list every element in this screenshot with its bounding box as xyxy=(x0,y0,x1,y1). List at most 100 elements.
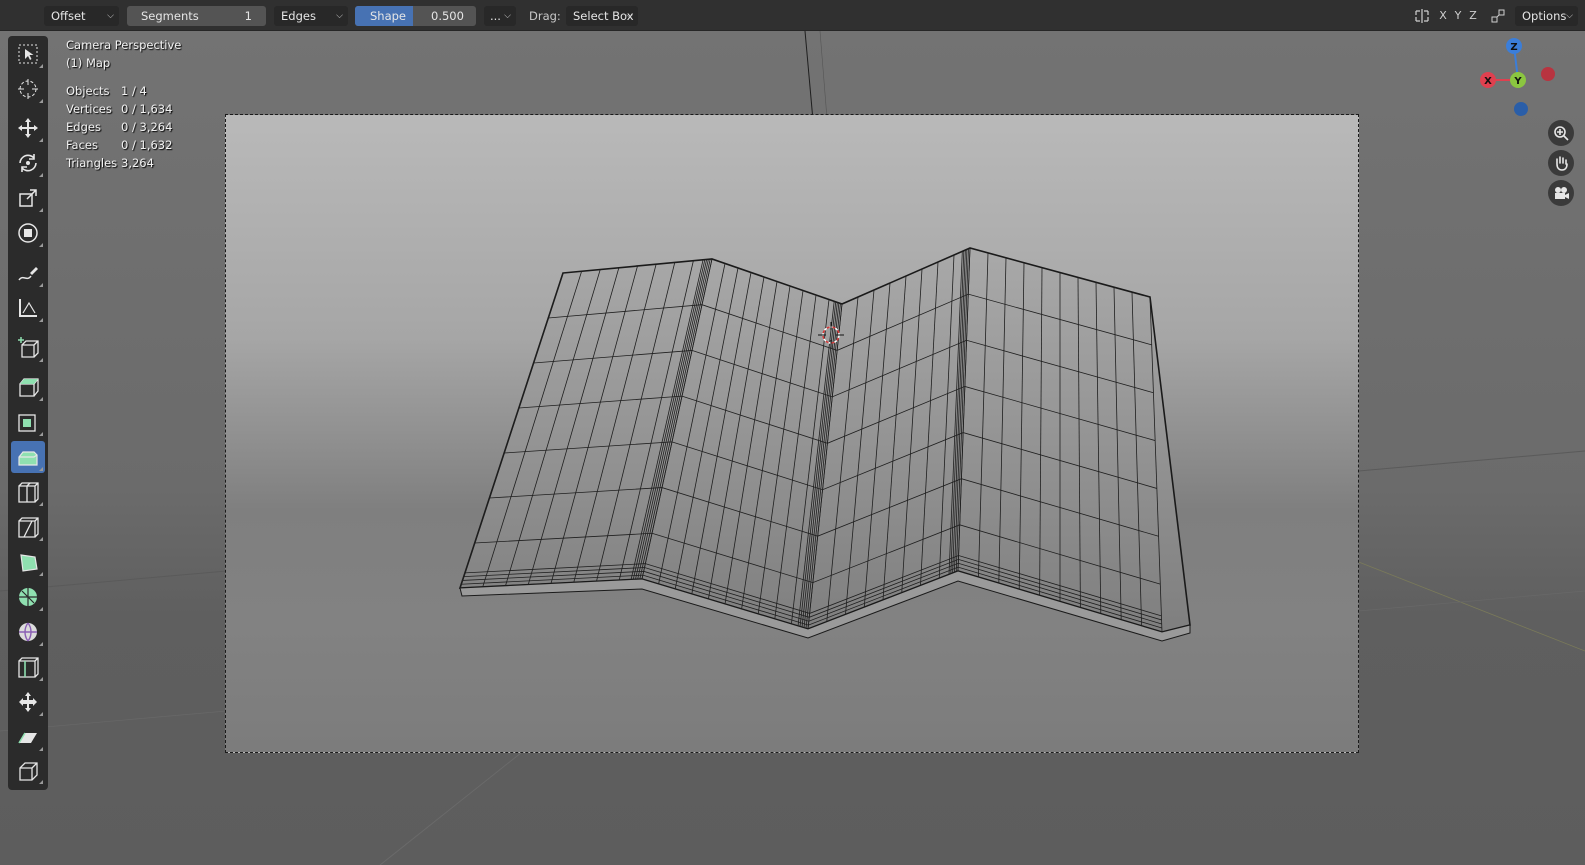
stat-row-faces: Faces 0 / 1,632 xyxy=(66,136,181,154)
tool-move[interactable] xyxy=(11,112,45,144)
neg-z-axis-handle[interactable] xyxy=(1514,102,1528,116)
stat-value: 0 / 3,264 xyxy=(121,120,173,134)
stat-label: Objects xyxy=(66,84,110,98)
cursor-icon xyxy=(18,79,38,99)
shape-field[interactable]: Shape 0.500 xyxy=(355,6,476,26)
tool-select-box[interactable] xyxy=(11,38,45,70)
shear-icon xyxy=(18,732,37,744)
active-object-text: (1) Map xyxy=(66,56,111,70)
move-icon xyxy=(18,118,38,138)
tool-cursor[interactable] xyxy=(11,73,45,105)
stat-value: 0 / 1,632 xyxy=(121,138,173,152)
tool-shelf xyxy=(8,36,48,790)
axis-x-toggle[interactable]: X xyxy=(1436,6,1450,26)
transform-icon xyxy=(18,223,38,243)
zoom-icon xyxy=(1554,126,1569,141)
tool-smooth[interactable] xyxy=(11,616,45,648)
scale-icon xyxy=(19,189,37,207)
more-options-value: ... xyxy=(490,9,501,23)
select-box-icon xyxy=(18,44,38,64)
loop-cut-icon xyxy=(18,482,39,503)
poly-build-icon xyxy=(20,554,38,572)
annotate-icon xyxy=(18,267,38,281)
affect-value: Edges xyxy=(281,9,316,23)
stat-label: Triangles xyxy=(66,156,118,170)
tool-shrink-fatten[interactable] xyxy=(11,686,45,718)
auto-merge-icon[interactable] xyxy=(1490,8,1506,24)
smooth-icon xyxy=(19,622,37,642)
tool-poly-build[interactable] xyxy=(11,546,45,578)
map-mesh[interactable] xyxy=(0,31,1585,865)
inset-icon xyxy=(18,414,36,432)
drag-label: Drag: xyxy=(529,9,561,23)
chevron-down-icon: ⌵ xyxy=(626,11,633,21)
chevron-down-icon: ⌵ xyxy=(504,11,511,21)
stat-row-vertices: Vertices 0 / 1,634 xyxy=(66,100,181,118)
viewport-info-overlay: Camera Perspective (1) Map Objects 1 / 4… xyxy=(66,36,181,172)
tool-edge-slide[interactable] xyxy=(11,651,45,683)
pan-button[interactable] xyxy=(1548,150,1574,176)
bevel-mode-value: Offset xyxy=(51,9,86,23)
tool-rotate[interactable] xyxy=(11,147,45,179)
stat-label: Vertices xyxy=(66,102,112,116)
camera-view-button[interactable] xyxy=(1548,180,1574,206)
drag-select-dropdown[interactable]: Select Box ⌵ xyxy=(566,6,638,26)
more-options-dropdown[interactable]: ... ⌵ xyxy=(484,6,516,26)
stat-value: 1 / 4 xyxy=(121,84,147,98)
3d-cursor-icon[interactable] xyxy=(818,322,844,348)
navigation-gizmo[interactable]: Z X Y xyxy=(1480,38,1572,128)
tool-spin[interactable] xyxy=(11,581,45,613)
hand-icon xyxy=(1556,156,1568,171)
extrude-icon xyxy=(19,378,39,397)
measure-icon xyxy=(19,299,37,317)
shape-value: 0.500 xyxy=(431,9,464,23)
edge-slide-icon xyxy=(18,657,39,678)
stat-label: Edges xyxy=(66,120,101,134)
z-axis-label: Z xyxy=(1510,42,1517,53)
shape-label: Shape xyxy=(370,9,407,23)
chevron-down-icon: ⌵ xyxy=(336,11,343,21)
tool-rip-region[interactable] xyxy=(11,754,45,786)
segments-label: Segments xyxy=(141,9,199,23)
tool-measure[interactable] xyxy=(11,292,45,324)
segments-value: 1 xyxy=(244,9,252,23)
bevel-mode-dropdown[interactable]: Offset ⌵ xyxy=(44,6,119,26)
tool-bevel[interactable] xyxy=(11,441,45,473)
affect-dropdown[interactable]: Edges ⌵ xyxy=(274,6,348,26)
knife-icon xyxy=(18,517,39,538)
neg-x-axis-handle[interactable] xyxy=(1541,67,1555,81)
tool-inset-faces[interactable] xyxy=(11,406,45,438)
stat-label: Faces xyxy=(66,138,98,152)
y-axis-label: Y xyxy=(1513,76,1522,87)
stat-row-edges: Edges 0 / 3,264 xyxy=(66,118,181,136)
chevron-down-icon: ⌵ xyxy=(107,11,114,21)
options-label: Options xyxy=(1522,9,1567,23)
shrink-fatten-icon xyxy=(19,692,37,712)
tool-transform[interactable] xyxy=(11,217,45,249)
tool-knife[interactable] xyxy=(11,511,45,543)
tool-scale[interactable] xyxy=(11,182,45,214)
tool-add-cube[interactable] xyxy=(11,332,45,364)
tool-shear[interactable] xyxy=(11,721,45,753)
zoom-button[interactable] xyxy=(1548,120,1574,146)
segments-field[interactable]: Segments 1 xyxy=(127,6,266,26)
tool-settings-header: Offset ⌵ Segments 1 Edges ⌵ Shape 0.500 … xyxy=(0,0,1585,31)
tool-annotate[interactable] xyxy=(11,257,45,289)
stat-row-triangles: Triangles 3,264 xyxy=(66,154,181,172)
3d-viewport[interactable] xyxy=(0,31,1585,865)
add-cube-icon xyxy=(18,337,39,358)
options-dropdown[interactable]: Options ⌵ xyxy=(1515,6,1578,26)
camera-icon xyxy=(1555,187,1569,199)
rip-region-icon xyxy=(19,762,38,781)
rotate-icon xyxy=(19,154,37,172)
drag-select-value: Select Box xyxy=(573,9,634,23)
tool-extrude-region[interactable] xyxy=(11,371,45,403)
stat-row-objects: Objects 1 / 4 xyxy=(66,82,181,100)
mirror-icon[interactable] xyxy=(1414,8,1430,24)
stat-value: 3,264 xyxy=(121,156,154,170)
axis-y-toggle[interactable]: Y xyxy=(1451,6,1465,26)
axis-z-toggle[interactable]: Z xyxy=(1466,6,1480,26)
chevron-down-icon: ⌵ xyxy=(1566,11,1573,21)
tool-loop-cut[interactable] xyxy=(11,476,45,508)
x-axis-label: X xyxy=(1484,76,1492,87)
